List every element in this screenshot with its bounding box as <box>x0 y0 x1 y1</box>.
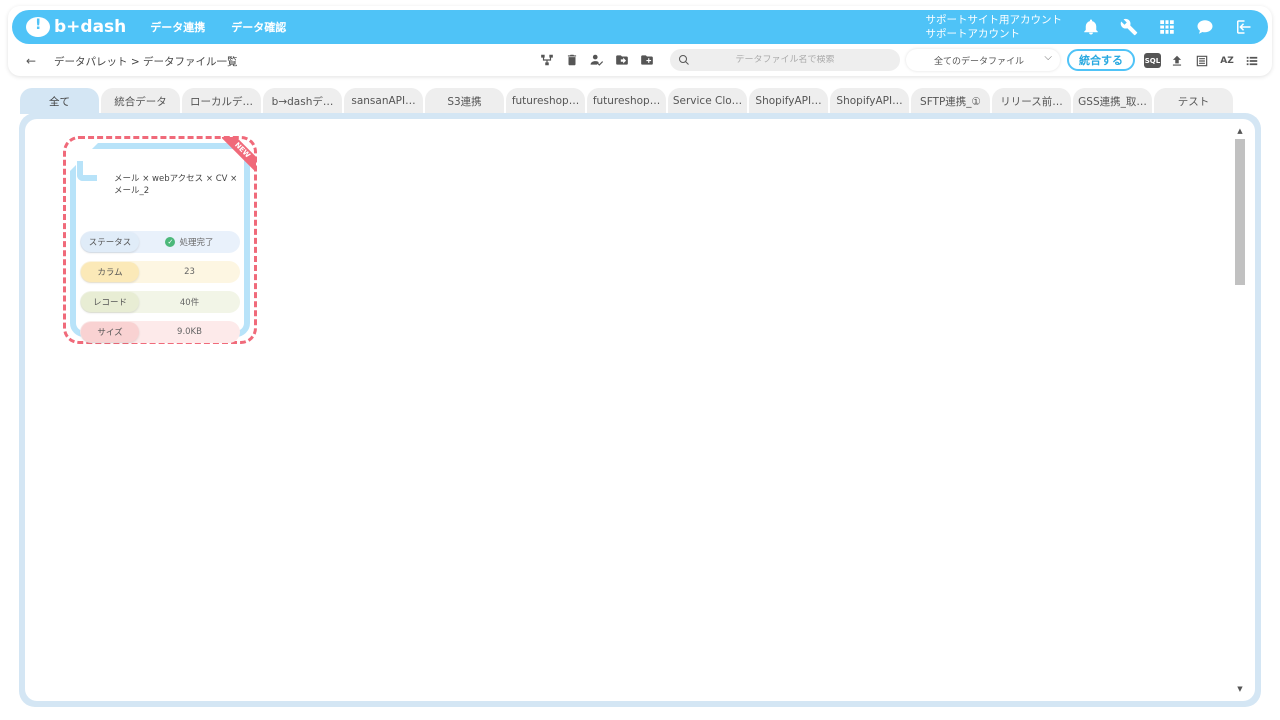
status-label: ステータス <box>81 232 139 252</box>
status-text: 処理完了 <box>179 238 214 248</box>
scroll-up-icon[interactable]: ▲ <box>1235 127 1245 135</box>
sub-toolbar: ← データパレット > データファイル一覧 全てのデータファイル <box>8 48 1272 74</box>
content-panel: NEW メール × webアクセス × CV × メール_2 ステータス ✓ 処… <box>19 113 1261 707</box>
tab-bdash-data[interactable]: b→dashデ… <box>263 88 342 114</box>
nav-data-check[interactable]: データ確認 <box>231 19 286 35</box>
size-row: サイズ 9.0KB <box>80 321 240 343</box>
record-value: 40件 <box>179 298 200 308</box>
user-check-icon[interactable] <box>588 51 606 69</box>
new-badge-label: NEW <box>222 137 256 171</box>
logo[interactable]: b+dash <box>26 17 126 37</box>
column-value: 23 <box>184 267 195 277</box>
tab-integrated-data[interactable]: 統合データ <box>101 88 180 114</box>
list-view-icon[interactable] <box>1243 52 1261 70</box>
tab-all[interactable]: 全て <box>20 88 99 114</box>
account-line2: サポートアカウント <box>925 28 1021 40</box>
search-box <box>670 49 900 71</box>
chevron-down-icon: ⌵ <box>1044 52 1052 63</box>
toolbar-icons <box>538 51 663 69</box>
back-button[interactable]: ← <box>26 54 40 68</box>
check-circle-icon: ✓ <box>165 237 176 247</box>
file-grid: NEW メール × webアクセス × CV × メール_2 ステータス ✓ 処… <box>25 119 1255 701</box>
tab-futureshop-1[interactable]: futureshop… <box>506 88 585 114</box>
record-label: レコード <box>81 292 139 312</box>
tab-service-cloud[interactable]: Service Clo… <box>668 88 747 114</box>
bell-icon[interactable] <box>1078 14 1104 40</box>
flow-icon[interactable] <box>538 51 556 69</box>
search-input[interactable] <box>690 55 880 65</box>
grid-icon[interactable] <box>1154 14 1180 40</box>
folder-add-icon[interactable] <box>638 51 656 69</box>
logout-icon[interactable] <box>1230 14 1256 40</box>
account-info[interactable]: サポートサイト用アカウント サポートアカウント <box>926 13 1063 41</box>
size-label: サイズ <box>81 322 139 342</box>
tab-s3[interactable]: S3連携 <box>425 88 504 114</box>
scroll-down-icon[interactable]: ▼ <box>1235 685 1245 693</box>
merge-button[interactable]: 統合する <box>1067 49 1135 71</box>
scroll-thumb[interactable] <box>1235 139 1245 285</box>
status-value: ✓ 処理完了 <box>139 236 240 248</box>
trash-icon[interactable] <box>563 51 581 69</box>
search-icon <box>679 55 689 65</box>
account-line1: サポートサイト用アカウント <box>925 14 1063 26</box>
top-navbar: b+dash データ連携 データ確認 サポートサイト用アカウント サポートアカウ… <box>12 10 1268 44</box>
wrench-icon[interactable] <box>1116 14 1142 40</box>
nav-data-integration[interactable]: データ連携 <box>150 19 205 35</box>
size-value: 9.0KB <box>177 327 202 337</box>
table-view-icon[interactable] <box>1193 52 1211 70</box>
category-tabs: 全て 統合データ ローカルデ… b→dashデ… sansanAPI… S3連携… <box>20 88 1235 114</box>
file-filter-value: 全てのデータファイル <box>934 56 1025 67</box>
chat-icon[interactable] <box>1192 14 1218 40</box>
file-filter-select[interactable]: 全てのデータファイル ⌵ <box>906 49 1060 71</box>
file-fold-icon <box>77 161 97 181</box>
file-name: メール × webアクセス × CV × メール_2 <box>114 174 238 196</box>
new-badge: NEW <box>222 137 256 171</box>
header-card: b+dash データ連携 データ確認 サポートサイト用アカウント サポートアカウ… <box>8 6 1272 76</box>
status-row: ステータス ✓ 処理完了 <box>80 231 240 253</box>
breadcrumb: データパレット > データファイル一覧 <box>54 55 238 68</box>
tab-pre-release[interactable]: リリース前… <box>992 88 1071 114</box>
logo-text: b+dash <box>54 17 127 37</box>
tab-futureshop-2[interactable]: futureshop… <box>587 88 666 114</box>
data-file-card[interactable]: NEW メール × webアクセス × CV × メール_2 ステータス ✓ 処… <box>63 136 257 344</box>
record-row: レコード 40件 <box>80 291 240 313</box>
column-row: カラム 23 <box>80 261 240 283</box>
folder-move-icon[interactable] <box>613 51 631 69</box>
tab-shopify-api-2[interactable]: ShopifyAPI… <box>830 88 909 114</box>
tab-sansan-api[interactable]: sansanAPI… <box>344 88 423 114</box>
scrollbar[interactable]: ▲ ▼ <box>1235 127 1245 693</box>
tab-test[interactable]: テスト <box>1154 88 1233 114</box>
tab-gss[interactable]: GSS連携_取… <box>1073 88 1152 114</box>
logo-bubble-icon <box>26 17 50 37</box>
sort-az-icon[interactable]: AZ <box>1218 52 1236 70</box>
tab-sftp[interactable]: SFTP連携_① <box>911 88 990 114</box>
column-label: カラム <box>81 262 139 282</box>
tab-shopify-api-1[interactable]: ShopifyAPI… <box>749 88 828 114</box>
view-icons: SQL AZ <box>1144 52 1268 70</box>
tab-local-data[interactable]: ローカルデ… <box>182 88 261 114</box>
sql-icon[interactable]: SQL <box>1144 53 1161 68</box>
upload-icon[interactable] <box>1168 52 1186 70</box>
